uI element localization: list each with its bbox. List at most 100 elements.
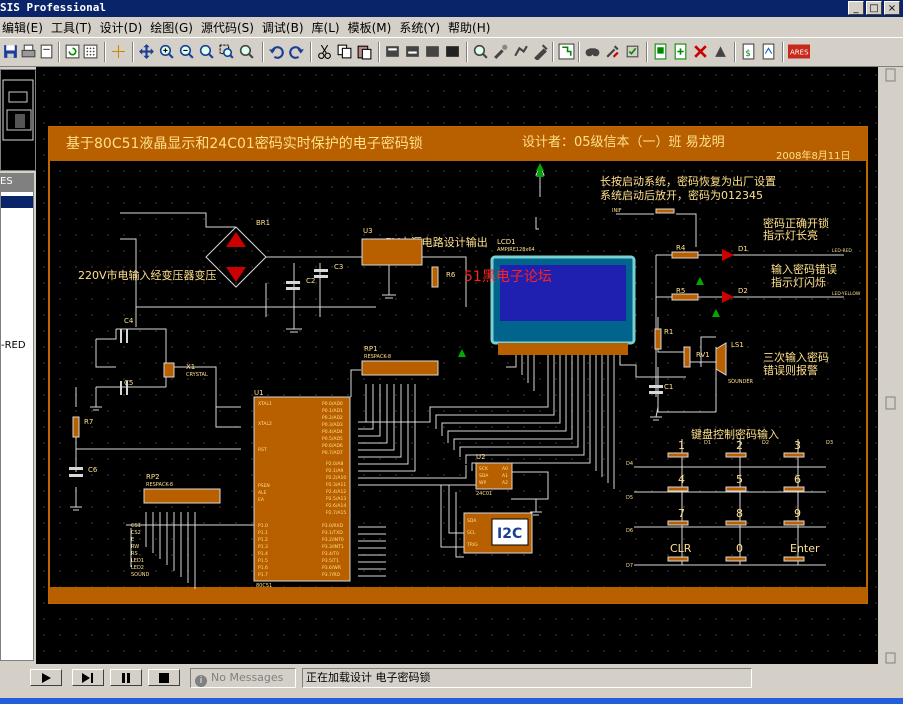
undo-icon[interactable]	[268, 43, 285, 60]
new-sheet-icon[interactable]: $	[740, 43, 757, 60]
sounder-ls1[interactable]	[715, 342, 727, 376]
capacitor-c4[interactable]	[120, 329, 122, 343]
play-button[interactable]	[30, 669, 62, 686]
key-2[interactable]	[725, 452, 747, 458]
resistor-r5[interactable]	[671, 293, 699, 301]
menu-system[interactable]: 系统(Y)	[397, 19, 446, 36]
grid-icon[interactable]	[82, 43, 99, 60]
key-6[interactable]	[783, 486, 805, 492]
overview-window[interactable]	[0, 69, 36, 171]
redo-icon[interactable]	[288, 43, 305, 60]
resistor-r6[interactable]	[431, 266, 439, 288]
step-button[interactable]	[72, 669, 104, 686]
capacitor-c3[interactable]	[314, 269, 328, 272]
add-sheet-icon[interactable]	[672, 43, 689, 60]
cut-icon[interactable]	[316, 43, 333, 60]
ares-button[interactable]: ARES	[788, 43, 810, 60]
key-3[interactable]	[783, 452, 805, 458]
resistor-pack-rp1[interactable]	[361, 360, 439, 376]
capacitor-c6[interactable]	[69, 467, 83, 470]
block-rotate-icon[interactable]	[424, 43, 441, 60]
zoom-all-icon[interactable]	[198, 43, 215, 60]
key-0[interactable]	[725, 556, 747, 562]
label-u2-type: 24C01	[476, 491, 492, 497]
key-4[interactable]	[667, 486, 689, 492]
potentiometer-rv1[interactable]	[683, 346, 691, 368]
capacitor-c2[interactable]	[286, 281, 300, 284]
property-tool-icon[interactable]	[604, 43, 621, 60]
menu-edit[interactable]: 编辑(E)	[0, 19, 49, 36]
wire-autorouter-icon[interactable]	[558, 43, 575, 60]
key-clr[interactable]	[667, 556, 689, 562]
menu-graph[interactable]: 绘图(G)	[148, 19, 199, 36]
zoom-window-icon[interactable]	[238, 43, 255, 60]
menu-source[interactable]: 源代码(S)	[199, 19, 260, 36]
resistor-pack-rp2[interactable]	[143, 488, 221, 504]
menu-library[interactable]: 库(L)	[310, 19, 346, 36]
resistor-r4[interactable]	[671, 251, 699, 259]
reset-button[interactable]	[655, 208, 675, 214]
print-area-icon[interactable]	[38, 43, 55, 60]
led-d1[interactable]	[722, 249, 734, 261]
pan-icon[interactable]	[138, 43, 155, 60]
delete-sheet-icon[interactable]	[692, 43, 709, 60]
key-9[interactable]	[783, 520, 805, 526]
led-d2[interactable]	[722, 291, 734, 303]
capacitor-c1[interactable]	[649, 385, 663, 388]
origin-icon[interactable]	[110, 43, 127, 60]
resistor-r7[interactable]	[72, 416, 80, 438]
svg-text:P3.4/T0: P3.4/T0	[322, 551, 339, 557]
label-r4: R4	[676, 244, 686, 252]
crystal-x1[interactable]	[163, 362, 175, 378]
menu-debug[interactable]: 调试(B)	[260, 19, 310, 36]
block-copy-icon[interactable]	[384, 43, 401, 60]
key-8[interactable]	[725, 520, 747, 526]
menu-tools[interactable]: 工具(T)	[49, 19, 98, 36]
make-device-icon[interactable]	[492, 43, 509, 60]
zoom-in-icon[interactable]	[158, 43, 175, 60]
block-delete-icon[interactable]	[444, 43, 461, 60]
device-list[interactable]: -RED	[0, 191, 34, 661]
minimize-button[interactable]: _	[848, 1, 864, 15]
label-lcd1-type: AMPIRE128x64	[497, 247, 535, 253]
menu-help[interactable]: 帮助(H)	[446, 19, 496, 36]
device-list-item[interactable]: -RED	[1, 340, 26, 351]
key-5[interactable]	[725, 486, 747, 492]
key-7[interactable]	[667, 520, 689, 526]
messages-box[interactable]: i No Messages	[190, 668, 296, 688]
pause-button[interactable]	[110, 669, 142, 686]
capacitor-c5[interactable]	[120, 381, 122, 395]
print-icon[interactable]	[20, 43, 37, 60]
maximize-button[interactable]: □	[866, 1, 882, 15]
key-1[interactable]	[667, 452, 689, 458]
netlist-icon[interactable]	[652, 43, 669, 60]
copy-icon[interactable]	[336, 43, 353, 60]
export-icon[interactable]	[760, 43, 777, 60]
regulator-u3[interactable]	[361, 238, 423, 266]
svg-text:P1.6: P1.6	[258, 565, 268, 571]
resistor-r1[interactable]	[654, 328, 662, 350]
search-icon[interactable]	[584, 43, 601, 60]
electrical-check-icon[interactable]	[624, 43, 641, 60]
menu-template[interactable]: 模板(M)	[346, 19, 398, 36]
stop-button[interactable]	[148, 669, 180, 686]
menu-design[interactable]: 设计(D)	[98, 19, 149, 36]
block-move-icon[interactable]	[404, 43, 421, 60]
pick-device-icon[interactable]	[472, 43, 489, 60]
zoom-area-icon[interactable]	[218, 43, 235, 60]
device-list-selected-item[interactable]	[1, 196, 33, 208]
bom-icon[interactable]	[712, 43, 729, 60]
vertical-scrollbar[interactable]	[878, 67, 903, 664]
decompose-icon[interactable]	[532, 43, 549, 60]
lcd-pins	[498, 343, 628, 355]
close-button[interactable]: ×	[884, 1, 900, 15]
save-icon[interactable]	[2, 43, 19, 60]
svg-text:P0.2/AD2: P0.2/AD2	[322, 415, 343, 421]
key-enter[interactable]	[783, 556, 805, 562]
messages-text: No Messages	[211, 671, 284, 684]
zoom-out-icon[interactable]	[178, 43, 195, 60]
paste-icon[interactable]	[356, 43, 373, 60]
redraw-icon[interactable]	[64, 43, 81, 60]
schematic-canvas[interactable]: 基于80C51液晶显示和24C01密码实时保护的电子密码锁 设计者：05级信本（…	[36, 67, 878, 664]
packaging-icon[interactable]	[512, 43, 529, 60]
